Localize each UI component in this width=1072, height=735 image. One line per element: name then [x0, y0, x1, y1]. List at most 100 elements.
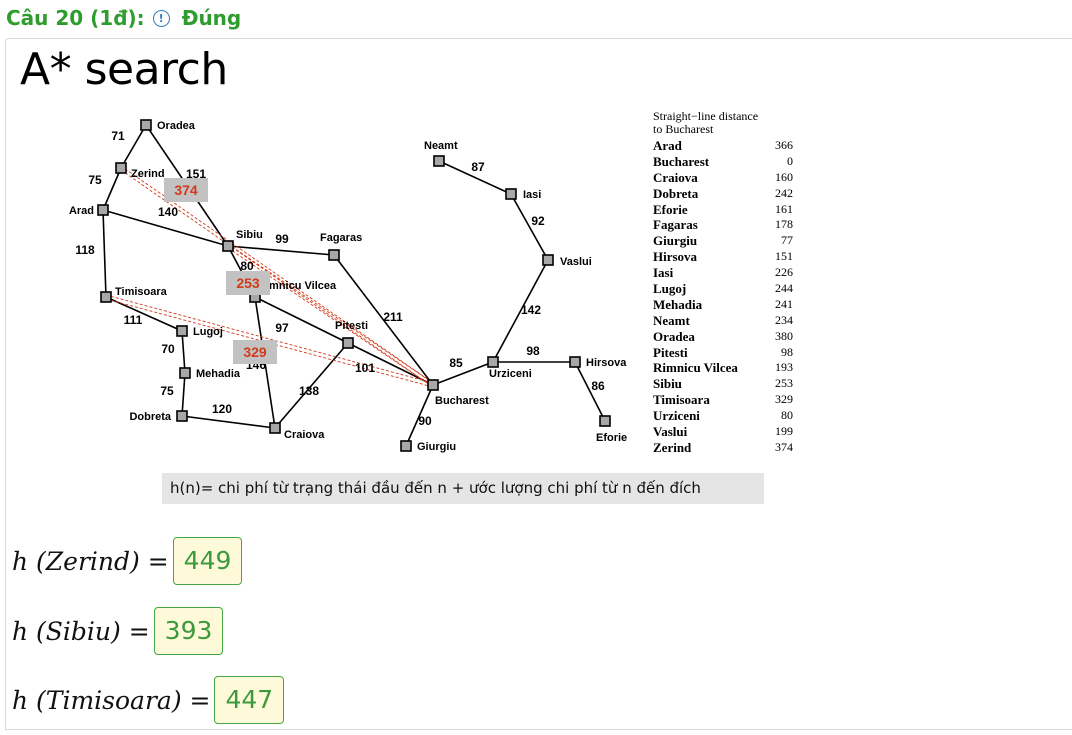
legend-distance: 234: [775, 312, 793, 327]
city-label: Lugoj: [193, 326, 223, 338]
answer-input[interactable]: 449: [172, 537, 243, 585]
city-node: [400, 440, 412, 452]
city-node: [269, 422, 281, 434]
legend-distance: 178: [775, 217, 793, 232]
city-label: imnicu Vilcea: [266, 280, 337, 292]
city-node: [542, 254, 554, 266]
legend-distance: 160: [775, 169, 793, 184]
answer-label: h (Timisoara) =: [12, 685, 211, 715]
legend-row: Eforie 161: [653, 202, 793, 218]
legend-distance: 366: [775, 138, 793, 152]
roads-layer: [102, 124, 606, 447]
city-node: [176, 410, 188, 422]
legend-city: Lugoj: [653, 281, 687, 297]
road-cost: 138: [299, 384, 319, 398]
city-label: Urziceni: [489, 368, 532, 380]
road-edge: [432, 361, 494, 386]
city-node: [115, 162, 127, 174]
road-edge: [181, 330, 186, 374]
city-label: Sibiu: [236, 229, 263, 241]
answer-row: h (Timisoara) = 447: [12, 675, 285, 725]
legend-distance: 80: [781, 408, 793, 423]
hn-note: h(n)= chi phí từ trạng thái đầu đến n + …: [162, 473, 764, 504]
city-label: Vaslui: [560, 256, 592, 268]
legend-row: Lugoj 244: [653, 281, 793, 297]
heuristic-badge-value: 329: [243, 344, 267, 360]
heuristic-badge-value: 374: [174, 182, 198, 198]
legend-distance: 242: [775, 185, 793, 200]
city-node: [599, 415, 611, 427]
heuristic-badge-value: 253: [236, 275, 260, 291]
city-label: Timisoara: [115, 286, 168, 298]
road-cost: 142: [521, 303, 541, 317]
nodes-layer: [97, 119, 611, 452]
legend-distance: 244: [775, 281, 793, 296]
legend-city: Sibiu: [653, 376, 682, 392]
city-node: [140, 119, 152, 131]
road-edge: [181, 372, 186, 417]
city-label: Fagaras: [320, 232, 362, 244]
legend-distance: 329: [775, 392, 793, 407]
legend-row: Urziceni 80: [653, 408, 793, 424]
legend-row: Dobreta 242: [653, 186, 793, 202]
road-edge: [181, 415, 276, 429]
city-label: Neamt: [424, 140, 458, 152]
legend-city: Mehadia: [653, 296, 703, 312]
road-cost: 71: [111, 129, 125, 143]
legend-distance: 380: [775, 328, 793, 343]
legend-city: Pitesti: [653, 344, 688, 360]
city-node: [328, 249, 340, 261]
legend-row: Zerind 374: [653, 440, 793, 456]
city-label: Zerind: [131, 168, 165, 180]
road-cost: 97: [275, 321, 289, 335]
road-cost: 98: [526, 344, 540, 358]
legend-city: Eforie: [653, 201, 688, 217]
city-labels-layer: Oradea Zerind Arad Sibiu Fagaras Timisoara imn…: [69, 120, 627, 453]
city-label: Craiova: [284, 429, 325, 441]
city-label: Iasi: [523, 189, 541, 201]
road-cost: 90: [418, 414, 432, 428]
legend-row: Mehadia 241: [653, 297, 793, 313]
city-node: [569, 356, 581, 368]
legend-row: Neamt 234: [653, 313, 793, 329]
road-cost: 87: [471, 160, 485, 174]
legend-distance: 77: [781, 233, 793, 248]
legend-row: Pitesti 98: [653, 345, 793, 361]
city-node: [222, 240, 234, 252]
city-label: Arad: [69, 205, 94, 217]
city-label: Pitesti: [335, 320, 368, 332]
legend-row: Vaslui 199: [653, 424, 793, 440]
city-node: [487, 356, 499, 368]
legend-city: Bucharest: [653, 153, 710, 169]
legend-heading-line2: to Bucharest: [653, 122, 714, 136]
legend-distance: 161: [775, 201, 793, 216]
answer-input[interactable]: 447: [214, 676, 285, 724]
city-node: [427, 379, 439, 391]
road-cost: 118: [75, 243, 95, 257]
road-edge: [102, 167, 122, 211]
road-cost: 86: [591, 379, 605, 393]
legend-city: Arad: [653, 138, 682, 153]
city-label: Oradea: [157, 120, 196, 132]
legend-row: Craiova 160: [653, 170, 793, 186]
legend-distance: 98: [781, 344, 793, 359]
legend-distance: 253: [775, 376, 793, 391]
legend-row: Hirsova 151: [653, 249, 793, 265]
legend-city: Hirsova: [653, 249, 698, 265]
city-label: Dobreta: [129, 411, 171, 423]
legend-city: Neamt: [653, 312, 690, 328]
city-node: [100, 291, 112, 303]
road-edge: [102, 209, 107, 298]
road-cost: 85: [449, 356, 463, 370]
legend-city: Giurgiu: [653, 233, 698, 249]
legend-distance: 0: [787, 153, 793, 168]
legend-row: Fagaras 178: [653, 217, 793, 233]
answer-input[interactable]: 393: [153, 607, 224, 655]
legend-distance: 151: [775, 249, 793, 264]
road-edge: [227, 245, 335, 256]
city-node: [342, 337, 354, 349]
road-cost: 111: [124, 313, 143, 327]
city-node: [97, 204, 109, 216]
city-node: [505, 188, 517, 200]
legend-row: Oradea 380: [653, 329, 793, 345]
